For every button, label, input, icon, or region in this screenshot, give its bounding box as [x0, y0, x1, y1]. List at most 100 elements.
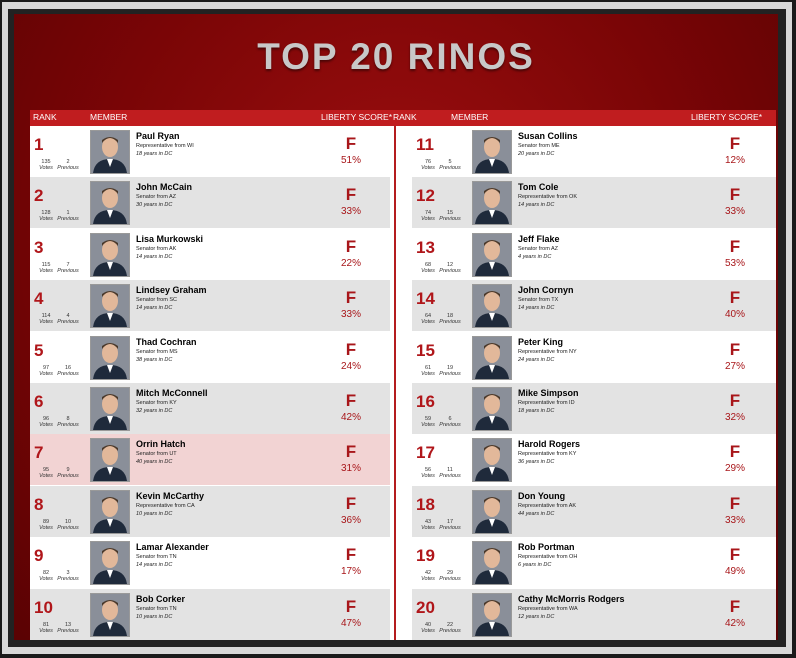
member-role: Senator from TX [518, 297, 559, 304]
votes-count: 95 Votes [34, 467, 58, 479]
member-row-2[interactable]: 2 128 Votes 1 Previous John McCain Senator… [30, 177, 390, 229]
liberty-grade: F [345, 185, 357, 205]
liberty-grade: F [345, 442, 357, 462]
member-photo [472, 232, 512, 277]
member-role: Senator from TN [136, 605, 177, 612]
votes-count: 59 Votes [416, 416, 440, 428]
inner-frame: TOP 20 RINOS RANK MEMBER LIBERTY SCORE* … [8, 9, 786, 647]
previous-label: Previous [439, 576, 461, 583]
member-row-9[interactable]: 9 82 Votes 3 Previous Lamar Alexander Sena… [30, 537, 390, 589]
previous-rank: 6 Previous [439, 416, 461, 428]
rank-number: 13 [416, 237, 435, 257]
member-role: Senator from ME [518, 143, 560, 149]
member-row-15[interactable]: 15 61 Votes 19 Previous Peter King Represe… [412, 331, 776, 383]
member-name: Cathy McMorris Rodgers [518, 593, 625, 604]
member-years: 14 years in DC [136, 253, 173, 260]
header-score-right: LIBERTY SCORE* [691, 112, 763, 122]
previous-label: Previous [439, 627, 461, 634]
votes-count: 43 Votes [416, 519, 440, 531]
liberty-score: 51% [340, 155, 361, 166]
member-years: 10 years in DC [136, 510, 173, 517]
liberty-grade: F [729, 391, 741, 410]
member-row-14[interactable]: 14 64 Votes 18 Previous John Cornyn Senato… [412, 280, 776, 332]
rank-number: 5 [34, 340, 44, 360]
member-name: Susan Collins [518, 131, 578, 141]
portrait-icon [91, 388, 129, 430]
liberty-score: 47% [340, 617, 361, 629]
portrait-icon [91, 439, 129, 482]
member-role: Representative from OH [518, 554, 578, 561]
member-photo [90, 438, 130, 483]
member-row-5[interactable]: 5 97 Votes 16 Previous Thad Cochran Senato… [30, 331, 390, 383]
member-row-20[interactable]: 20 40 Votes 22 Previous Cathy McMorris Rod… [412, 588, 776, 640]
member-row-6[interactable]: 6 96 Votes 8 Previous Mitch McConnell Sena… [30, 383, 390, 434]
votes-label: Votes [421, 216, 435, 223]
member-years: 20 years in DC [518, 151, 555, 157]
member-row-19[interactable]: 19 42 Votes 29 Previous Rob Portman Repres… [412, 537, 776, 589]
liberty-grade: F [729, 134, 741, 153]
portrait-icon [91, 336, 129, 379]
member-name: Mike Simpson [518, 388, 579, 398]
member-row-8[interactable]: 8 89 Votes 10 Previous Kevin McCarthy Repr… [30, 485, 390, 537]
member-years: 18 years in DC [136, 151, 173, 157]
liberty-score: 42% [724, 617, 745, 629]
member-row-13[interactable]: 13 68 Votes 12 Previous Jeff Flake Senator… [412, 228, 776, 280]
member-row-1[interactable]: 1 135 Votes 2 Previous Paul Ryan Represent… [30, 126, 390, 177]
votes-count: 40 Votes [416, 622, 440, 634]
votes-label: Votes [421, 627, 435, 634]
member-role: Representative from WA [518, 605, 578, 612]
liberty-grade: F [345, 134, 357, 153]
member-row-3[interactable]: 3 115 Votes 7 Previous Lisa Murkowski Sena… [30, 228, 390, 280]
header-rank-left: RANK [33, 112, 57, 122]
member-years: 30 years in DC [136, 202, 173, 209]
member-years: 32 years in DC [136, 408, 173, 414]
member-row-4[interactable]: 4 114 Votes 4 Previous Lindsey Graham Sena… [30, 280, 390, 332]
portrait-icon [473, 182, 511, 225]
portrait-icon [473, 542, 511, 585]
rank-number: 7 [34, 443, 44, 463]
rank-number: 11 [416, 135, 434, 154]
member-years: 40 years in DC [136, 459, 173, 466]
liberty-grade: F [729, 545, 741, 565]
member-role: Senator from SC [136, 297, 177, 304]
member-years: 14 years in DC [136, 562, 173, 569]
member-name: Lamar Alexander [136, 542, 209, 553]
previous-label: Previous [439, 319, 461, 326]
liberty-score: 33% [724, 514, 745, 526]
member-years: 14 years in DC [136, 305, 173, 312]
liberty-grade: F [345, 596, 357, 616]
portrait-icon [473, 439, 511, 482]
rank-number: 16 [416, 392, 435, 411]
votes-count: 56 Votes [416, 467, 440, 479]
liberty-score: 31% [340, 463, 361, 475]
member-row-11[interactable]: 11 76 Votes 5 Previous Susan Collins Senat… [412, 126, 776, 177]
votes-label: Votes [421, 165, 435, 171]
previous-label: Previous [439, 216, 461, 223]
previous-label: Previous [57, 319, 79, 326]
liberty-score: 24% [340, 360, 361, 372]
portrait-icon [473, 131, 511, 173]
previous-rank: 29 Previous [439, 570, 461, 583]
member-row-17[interactable]: 17 56 Votes 11 Previous Harold Rogers Repr… [412, 434, 776, 486]
member-row-16[interactable]: 16 59 Votes 6 Previous Mike Simpson Repres… [412, 383, 776, 434]
member-row-12[interactable]: 12 74 Votes 15 Previous Tom Cole Represent… [412, 177, 776, 229]
member-photo [90, 335, 130, 380]
portrait-icon [91, 490, 129, 533]
previous-label: Previous [439, 370, 461, 377]
member-row-10[interactable]: 10 81 Votes 13 Previous Bob Corker Senator… [30, 588, 390, 640]
liberty-score: 29% [724, 463, 745, 475]
member-name: Don Young [518, 490, 566, 501]
liberty-grade: F [345, 545, 357, 565]
liberty-score: 42% [340, 412, 361, 423]
rank-number: 19 [416, 546, 435, 566]
rank-number: 1 [34, 135, 44, 154]
liberty-score: 22% [340, 257, 361, 269]
member-row-18[interactable]: 18 43 Votes 17 Previous Don Young Represen… [412, 485, 776, 537]
member-years: 12 years in DC [518, 613, 555, 620]
member-role: Representative from CA [136, 502, 195, 509]
member-photo [472, 387, 512, 431]
liberty-score: 33% [340, 206, 361, 218]
liberty-grade: F [345, 236, 357, 256]
member-row-7[interactable]: 7 95 Votes 9 Previous Orrin Hatch Senator … [30, 434, 390, 486]
votes-label: Votes [421, 370, 435, 377]
